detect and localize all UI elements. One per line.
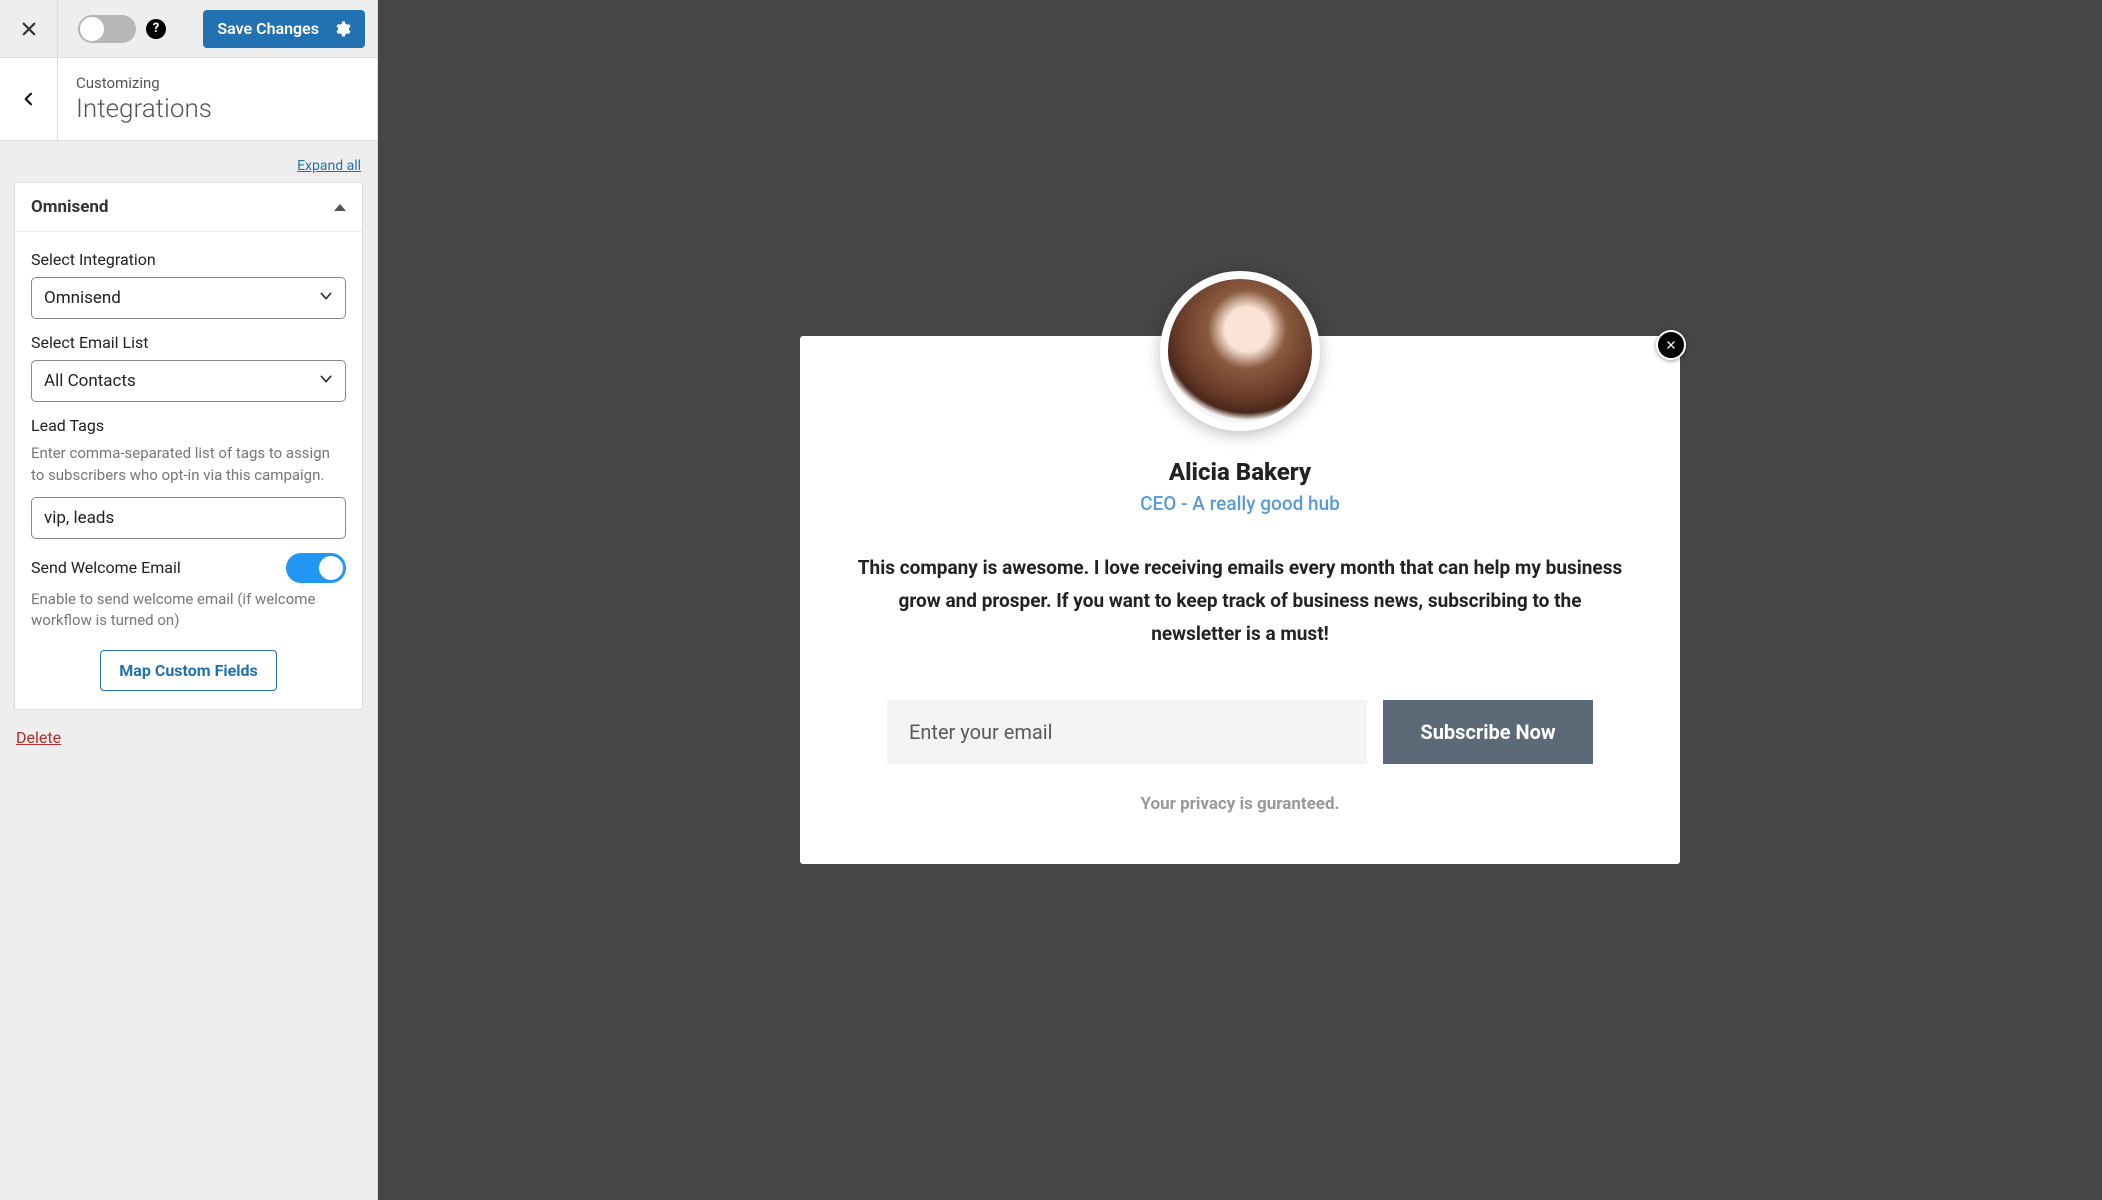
save-changes-button[interactable]: Save Changes xyxy=(203,10,365,48)
lead-tags-help: Enter comma-separated list of tags to as… xyxy=(31,443,346,487)
toggle-knob xyxy=(319,556,343,580)
panel-header[interactable]: Omnisend xyxy=(15,183,362,232)
top-bar: ? Save Changes xyxy=(0,0,377,58)
lead-tags-label: Lead Tags xyxy=(31,416,346,435)
select-integration-dropdown[interactable]: Omnisend xyxy=(31,277,346,319)
save-changes-label: Save Changes xyxy=(217,19,319,38)
send-welcome-label: Send Welcome Email xyxy=(31,558,181,577)
panel-body: Select Integration Omnisend Select Email… xyxy=(15,232,362,709)
close-icon xyxy=(20,20,38,38)
send-welcome-help: Enable to send welcome email (if welcome… xyxy=(31,589,346,633)
integration-panel: Omnisend Select Integration Omnisend Sel… xyxy=(14,182,363,710)
select-integration-label: Select Integration xyxy=(31,250,346,269)
delete-link[interactable]: Delete xyxy=(16,728,377,747)
popup-name: Alicia Bakery xyxy=(848,458,1632,486)
preview-area: Alicia Bakery CEO - A really good hub Th… xyxy=(378,0,2102,1200)
chevron-left-icon xyxy=(21,91,37,107)
popup-body: This company is awesome. I love receivin… xyxy=(856,551,1624,651)
breadcrumb-text: Customizing Integrations xyxy=(58,58,230,140)
select-email-list-label: Select Email List xyxy=(31,333,346,352)
subscribe-row: Subscribe Now xyxy=(848,700,1632,764)
toggle-knob xyxy=(80,17,104,41)
lead-tags-input[interactable] xyxy=(31,497,346,539)
expand-all-link[interactable]: Expand all xyxy=(297,158,361,174)
close-customizer-button[interactable] xyxy=(0,0,58,57)
popup-card: Alicia Bakery CEO - A really good hub Th… xyxy=(800,336,1680,865)
caret-up-icon xyxy=(334,204,346,211)
privacy-text: Your privacy is guranteed. xyxy=(848,794,1632,814)
breadcrumb-prefix: Customizing xyxy=(76,74,212,92)
sidebar: ? Save Changes Customizing Integrations … xyxy=(0,0,378,1200)
send-welcome-toggle[interactable] xyxy=(286,553,346,583)
expand-row: Expand all xyxy=(0,141,377,182)
map-custom-fields-button[interactable]: Map Custom Fields xyxy=(100,650,276,691)
breadcrumb: Customizing Integrations xyxy=(0,58,377,141)
breadcrumb-title: Integrations xyxy=(76,94,212,124)
close-icon xyxy=(1665,339,1677,351)
select-email-list-dropdown[interactable]: All Contacts xyxy=(31,360,346,402)
avatar xyxy=(1160,271,1320,431)
popup-close-button[interactable] xyxy=(1656,330,1686,360)
help-icon[interactable]: ? xyxy=(146,19,166,39)
panel-title: Omnisend xyxy=(31,197,109,217)
subscribe-button[interactable]: Subscribe Now xyxy=(1383,700,1593,764)
gear-icon xyxy=(333,20,351,38)
back-button[interactable] xyxy=(0,58,58,140)
popup-title: CEO - A really good hub xyxy=(848,492,1632,515)
email-input[interactable] xyxy=(887,700,1367,764)
status-toggle[interactable] xyxy=(78,15,136,43)
